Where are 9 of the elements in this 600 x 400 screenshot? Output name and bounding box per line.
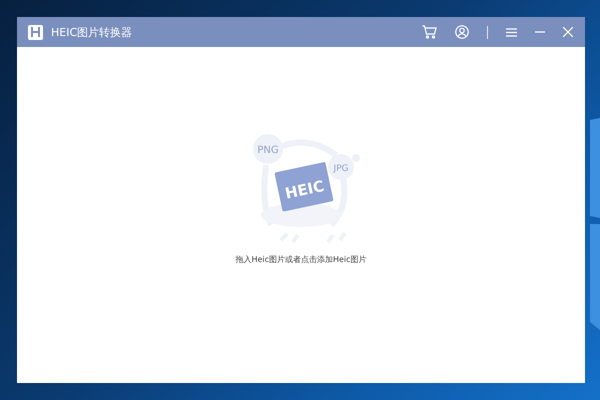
cart-icon[interactable] <box>422 25 437 39</box>
user-icon[interactable] <box>455 25 469 39</box>
menu-icon[interactable] <box>506 28 517 36</box>
heic-upload-drawing: PNG JPG HEIC <box>236 125 366 250</box>
window-title: HEIC图片转换器 <box>51 24 134 40</box>
app-logo-icon <box>28 24 43 40</box>
minimize-icon[interactable] <box>535 31 545 33</box>
drop-hint: 拖入Heic图片或者点击添加Heic图片 <box>235 254 367 265</box>
close-icon[interactable] <box>563 27 573 37</box>
